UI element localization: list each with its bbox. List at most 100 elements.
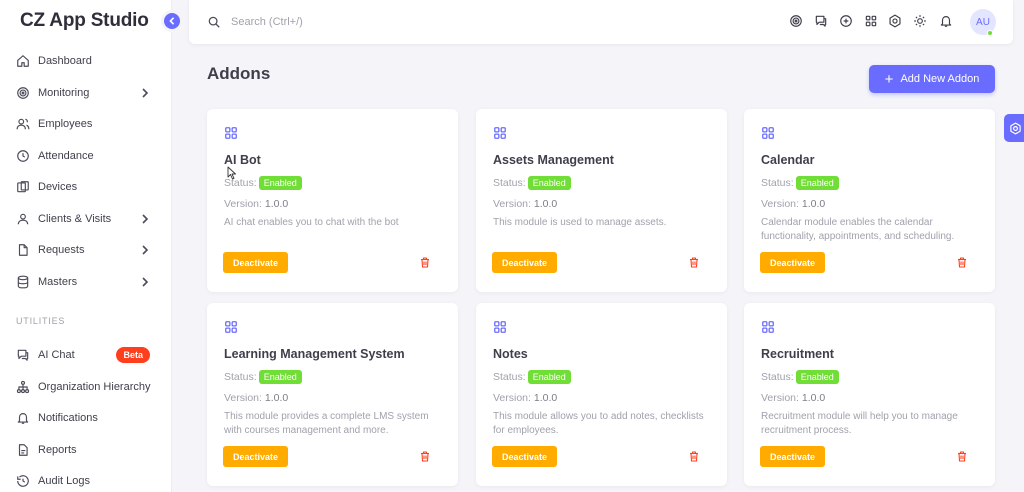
sidebar-item-label: Clients & Visits [38, 213, 112, 225]
sidebar-item-notifications[interactable]: Notifications [0, 404, 172, 432]
sidebar-item-requests[interactable]: Requests [0, 236, 172, 264]
plus-circle-icon[interactable] [839, 14, 853, 28]
version-value: 1.0.0 [801, 198, 826, 210]
sidebar-item-reports[interactable]: Reports [0, 436, 172, 464]
report-icon [16, 443, 30, 457]
settings-float-button[interactable] [1004, 114, 1024, 142]
deactivate-button[interactable]: Deactivate [492, 252, 558, 273]
sidebar-item-label: Dashboard [38, 55, 92, 67]
sidebar-item-organization-hierarchy[interactable]: Organization Hierarchy [0, 373, 172, 401]
addon-title: Notes [493, 347, 528, 361]
version-label: Version: [493, 198, 531, 210]
search-icon[interactable] [207, 15, 221, 29]
sidebar-item-monitoring[interactable]: Monitoring [0, 79, 172, 107]
apps-grid-icon [494, 321, 506, 333]
trash-icon[interactable] [956, 450, 968, 463]
sidebar-collapse-button[interactable] [164, 13, 180, 29]
add-new-addon-button[interactable]: + Add New Addon [869, 65, 995, 93]
addon-card-notes: Notes Status: Enabled Version: 1.0.0 This mo… [476, 303, 727, 486]
target-icon [16, 86, 30, 100]
addon-card-learning-management-system: Learning Management System Status: Enabled… [207, 303, 458, 486]
status-label: Status: [493, 177, 526, 189]
deactivate-button[interactable]: Deactivate [760, 446, 826, 467]
chat-icon [16, 348, 30, 362]
sidebar: CZ App Studio Dashboard Monitoring Emplo… [0, 0, 172, 492]
sidebar-item-employees[interactable]: Employees [0, 110, 172, 138]
sidebar-item-label: Masters [38, 276, 78, 288]
trash-icon[interactable] [419, 256, 431, 269]
apps-grid-icon [225, 127, 237, 139]
gear-icon[interactable] [888, 14, 902, 28]
user-icon [16, 212, 30, 226]
addon-description: This module allows you to add notes, che… [493, 411, 704, 436]
deactivate-button[interactable]: Deactivate [492, 446, 558, 467]
chevron-right-icon [142, 277, 149, 287]
addon-title: AI Bot [224, 153, 261, 167]
chevron-left-icon [169, 17, 175, 25]
addon-status-row: Status: Enabled [493, 370, 571, 384]
chat-icon[interactable] [814, 14, 828, 28]
sidebar-item-label: Monitoring [38, 87, 90, 99]
addon-description: Recruitment module will help you to mana… [761, 411, 958, 436]
bell-icon [16, 411, 30, 425]
version-label: Version: [761, 198, 799, 210]
trash-icon[interactable] [688, 256, 700, 269]
version-label: Version: [761, 392, 799, 404]
sidebar-item-label: Employees [38, 118, 93, 130]
sidebar-item-label: AI Chat [38, 349, 75, 361]
addon-card-calendar: Calendar Status: Enabled Version: 1.0.0 Cale… [744, 109, 995, 292]
status-label: Status: [224, 371, 257, 383]
trash-icon[interactable] [956, 256, 968, 269]
sidebar-item-clients-visits[interactable]: Clients & Visits [0, 205, 172, 233]
trash-icon[interactable] [419, 450, 431, 463]
clock-icon [16, 149, 30, 163]
addon-version-row: Version: 1.0.0 [493, 198, 557, 210]
version-label: Version: [224, 392, 262, 404]
deactivate-button[interactable]: Deactivate [223, 446, 289, 467]
deactivate-button[interactable]: Deactivate [223, 252, 289, 273]
status-badge: Enabled [527, 370, 571, 384]
sidebar-item-label: Audit Logs [38, 475, 90, 487]
addon-version-row: Version: 1.0.0 [761, 198, 825, 210]
home-icon [16, 54, 30, 68]
status-label: Status: [761, 371, 794, 383]
apps-grid-icon [762, 127, 774, 139]
sun-icon[interactable] [913, 14, 927, 28]
addon-description: AI chat enables you to chat with the bot [224, 217, 399, 228]
history-icon [16, 474, 30, 488]
plus-icon: + [884, 70, 894, 88]
version-value: 1.0.0 [264, 392, 289, 404]
target-icon[interactable] [789, 14, 803, 28]
avatar-initials: AU [976, 16, 990, 28]
page-title: Addons [207, 64, 271, 83]
sidebar-item-devices[interactable]: Devices [0, 173, 172, 201]
sidebar-item-ai-chat[interactable]: AI Chat Beta [0, 341, 172, 369]
apps-grid-icon[interactable] [864, 14, 878, 28]
addon-status-row: Status: Enabled [761, 370, 839, 384]
version-value: 1.0.0 [533, 198, 558, 210]
status-badge: Enabled [258, 370, 302, 384]
chevron-right-icon [142, 88, 149, 98]
status-badge: Enabled [258, 176, 302, 190]
addon-title: Learning Management System [224, 347, 405, 361]
sidebar-item-label: Organization Hierarchy [38, 381, 151, 393]
deactivate-button[interactable]: Deactivate [760, 252, 826, 273]
devices-icon [16, 180, 30, 194]
sidebar-item-label: Requests [38, 244, 85, 256]
sidebar-item-masters[interactable]: Masters [0, 268, 172, 296]
sidebar-item-label: Devices [38, 181, 78, 193]
sidebar-item-audit-logs[interactable]: Audit Logs [0, 467, 172, 492]
apps-grid-icon [225, 321, 237, 333]
bell-icon[interactable] [939, 14, 953, 28]
search-input[interactable] [231, 12, 531, 32]
mouse-cursor-icon [227, 166, 236, 180]
trash-icon[interactable] [688, 450, 700, 463]
beta-badge: Beta [116, 347, 150, 363]
version-value: 1.0.0 [264, 198, 289, 210]
addon-version-row: Version: 1.0.0 [493, 392, 557, 404]
chevron-right-icon [142, 214, 149, 224]
app-brand[interactable]: CZ App Studio [20, 10, 149, 32]
add-new-addon-label: Add New Addon [900, 73, 980, 85]
sidebar-item-dashboard[interactable]: Dashboard [0, 47, 172, 75]
sidebar-item-attendance[interactable]: Attendance [0, 142, 172, 170]
